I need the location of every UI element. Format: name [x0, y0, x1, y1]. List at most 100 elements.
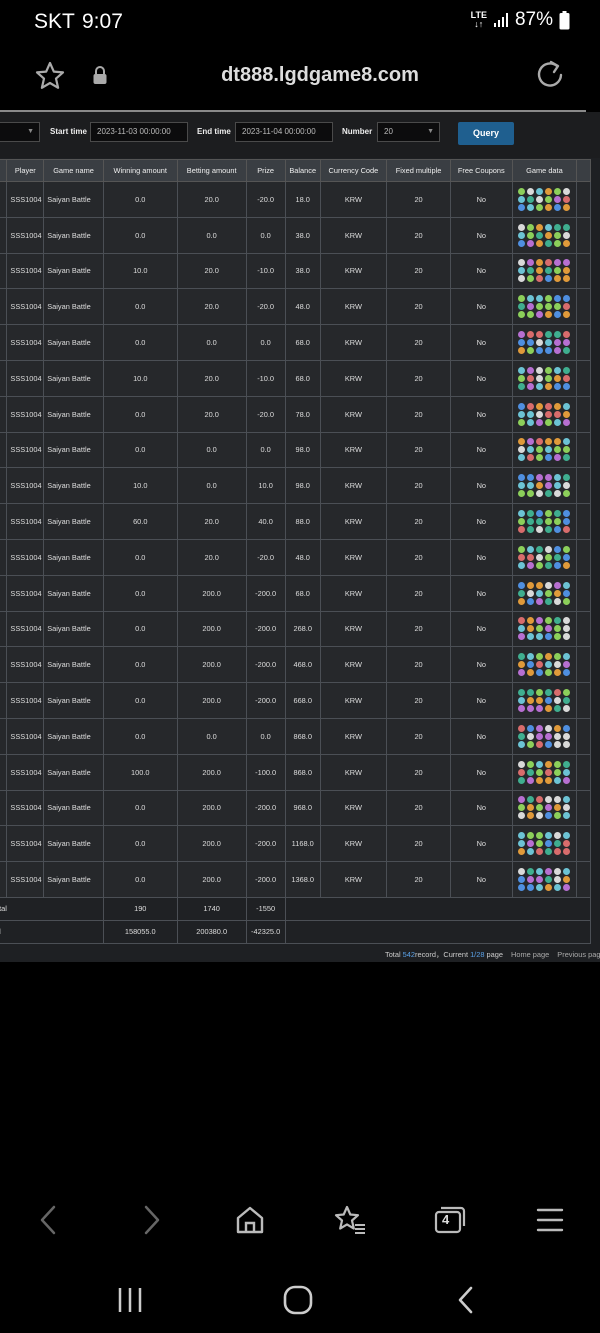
- game-data-cell[interactable]: [511, 503, 578, 540]
- slot-symbol-icon: [562, 653, 570, 661]
- end-time-input[interactable]: 2023-11-04 00:00:00: [235, 122, 333, 142]
- slot-symbol-icon: [535, 561, 543, 569]
- game-data-cell[interactable]: [511, 288, 578, 326]
- game-data-cell[interactable]: [511, 431, 578, 469]
- slot-symbol-icon: [526, 740, 534, 748]
- url-bar[interactable]: dt888.lgdgame8.com: [0, 64, 600, 87]
- slot-symbol-icon: [517, 669, 525, 677]
- slot-symbol-icon: [544, 446, 552, 454]
- game-data-cell[interactable]: [511, 359, 578, 397]
- table-cell: KRW: [319, 610, 388, 648]
- home-icon[interactable]: [230, 1200, 270, 1240]
- system-back-icon[interactable]: [446, 1280, 486, 1320]
- slot-symbol-icon: [553, 518, 561, 526]
- game-data-cell[interactable]: [511, 861, 578, 898]
- table-cell: 0.0: [176, 216, 247, 254]
- slot-symbol-icon: [526, 339, 534, 347]
- table-row: SSS1004 Saiyan Battle 0.0 200.0 -200.0 668.0 K…: [0, 682, 591, 719]
- slot-result-icons: [513, 438, 576, 462]
- slot-symbol-icon: [562, 848, 570, 856]
- slot-symbol-icon: [535, 545, 543, 553]
- slot-result-icons: [513, 331, 576, 355]
- recent-apps-icon[interactable]: [110, 1280, 150, 1320]
- table-cell: 10.0: [102, 467, 178, 505]
- slot-symbol-icon: [544, 884, 552, 892]
- slot-symbol-icon: [526, 597, 534, 605]
- table-cell: 20: [386, 646, 452, 684]
- row-lead-cell: [0, 717, 8, 755]
- table-row: SSS1004 Saiyan Battle 0.0 200.0 -200.0 268.0 K…: [0, 610, 591, 648]
- table-cell: 20.0: [176, 181, 247, 218]
- table-cell: 38.0: [284, 216, 321, 254]
- game-data-cell[interactable]: [511, 467, 578, 505]
- reload-icon[interactable]: [532, 56, 568, 92]
- table-cell: 0.0: [102, 538, 178, 576]
- browser-toolbar: dt888.lgdgame8.com: [0, 44, 600, 108]
- slot-result-icons: [513, 223, 576, 247]
- slot-result-icons: [513, 545, 576, 569]
- forward-icon[interactable]: [132, 1200, 172, 1240]
- slot-symbol-icon: [553, 832, 561, 840]
- slot-symbol-icon: [517, 418, 525, 426]
- row-lead-cell: [0, 467, 8, 505]
- slot-symbol-icon: [517, 311, 525, 319]
- start-time-label: Start time: [50, 127, 87, 136]
- bookmarks-icon[interactable]: [330, 1200, 370, 1240]
- row-trail-cell: [576, 646, 591, 684]
- table-cell: SSS1004: [6, 610, 45, 648]
- slot-symbol-icon: [544, 653, 552, 661]
- game-data-cell[interactable]: [511, 825, 578, 863]
- game-data-cell[interactable]: [511, 574, 578, 612]
- slot-symbol-icon: [526, 231, 534, 239]
- game-data-cell[interactable]: [511, 252, 578, 290]
- slot-result-icons: [513, 653, 576, 677]
- slot-symbol-icon: [535, 876, 543, 884]
- summary-cell: 158055.0: [102, 919, 178, 944]
- system-home-icon[interactable]: [278, 1280, 318, 1320]
- table-cell: KRW: [319, 288, 388, 326]
- game-data-cell[interactable]: [511, 395, 578, 433]
- previous-page-link[interactable]: Previous page: [557, 950, 600, 959]
- slot-symbol-icon: [535, 625, 543, 633]
- table-cell: Saiyan Battle: [43, 216, 104, 254]
- slot-symbol-icon: [526, 868, 534, 876]
- slot-symbol-icon: [562, 410, 570, 418]
- table-cell: 968.0: [284, 789, 321, 827]
- game-data-cell[interactable]: [511, 789, 578, 827]
- start-time-input[interactable]: 2023-11-03 00:00:00: [90, 122, 188, 142]
- game-data-cell[interactable]: [511, 181, 578, 218]
- game-data-cell[interactable]: [511, 324, 578, 361]
- game-data-cell[interactable]: [511, 753, 578, 791]
- game-data-cell[interactable]: [511, 538, 578, 576]
- menu-icon[interactable]: [530, 1200, 570, 1240]
- table-cell: SSS1004: [6, 538, 45, 576]
- game-data-cell[interactable]: [511, 610, 578, 648]
- table-cell: 0.0: [245, 324, 286, 361]
- tabs-icon[interactable]: 4: [430, 1200, 470, 1240]
- table-cell: Saiyan Battle: [43, 359, 104, 397]
- slot-symbol-icon: [553, 760, 561, 768]
- slot-symbol-icon: [553, 732, 561, 740]
- slot-symbol-icon: [562, 876, 570, 884]
- slot-result-icons: [513, 832, 576, 856]
- type-select[interactable]: ▼: [0, 122, 40, 142]
- game-data-cell[interactable]: [511, 717, 578, 755]
- game-data-cell[interactable]: [511, 682, 578, 719]
- back-icon[interactable]: [28, 1200, 68, 1240]
- game-data-cell[interactable]: [511, 646, 578, 684]
- table-row: SSS1004 Saiyan Battle 60.0 20.0 40.0 88.0 KRW 2…: [0, 503, 591, 540]
- home-page-link[interactable]: Home page: [511, 950, 549, 959]
- slot-symbol-icon: [526, 724, 534, 732]
- table-cell: -10.0: [245, 252, 286, 290]
- slot-symbol-icon: [562, 231, 570, 239]
- number-select[interactable]: 20 ▼: [377, 122, 440, 142]
- slot-symbol-icon: [553, 812, 561, 820]
- game-data-cell[interactable]: [511, 216, 578, 254]
- slot-symbol-icon: [562, 490, 570, 498]
- table-row: SSS1004 Saiyan Battle 0.0 200.0 -200.0 68.0 KR…: [0, 574, 591, 612]
- table-cell: KRW: [319, 359, 388, 397]
- slot-symbol-icon: [544, 545, 552, 553]
- query-button[interactable]: Query: [458, 122, 514, 145]
- row-lead-cell: [0, 682, 8, 719]
- battery-icon: [559, 10, 570, 29]
